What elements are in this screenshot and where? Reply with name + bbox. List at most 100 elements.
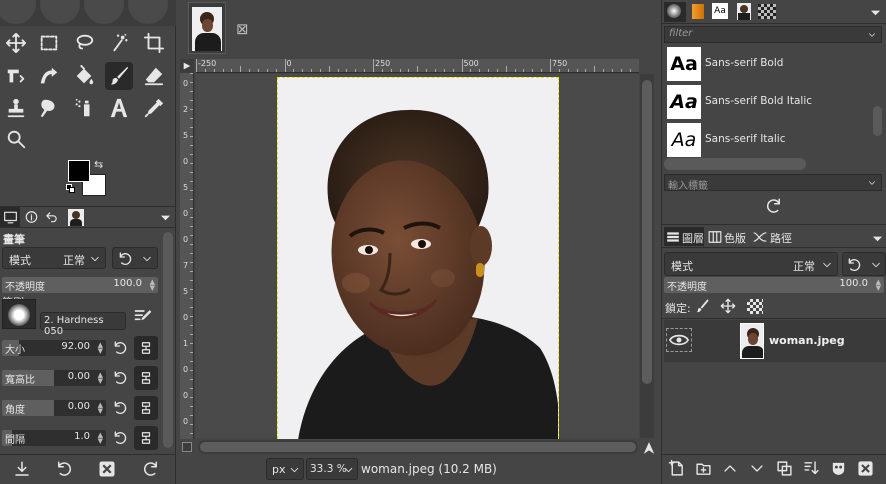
- edit-brush-icon[interactable]: [132, 306, 154, 326]
- zoom-lock-checkbox[interactable]: [182, 442, 192, 452]
- aspect-link-button[interactable]: [134, 366, 158, 390]
- angle-link-button[interactable]: [134, 396, 158, 420]
- spacing-link-button[interactable]: [134, 426, 158, 450]
- spin-arrows-icon[interactable]: ▲ ▼: [98, 342, 103, 355]
- default-colors-icon[interactable]: [66, 184, 76, 194]
- brush-preview[interactable]: [2, 299, 36, 329]
- reset-size-button[interactable]: [110, 338, 130, 358]
- warp-tool[interactable]: [35, 62, 63, 90]
- size-link-button[interactable]: [134, 336, 158, 360]
- tab-layers[interactable]: 圖層: [682, 230, 704, 246]
- lock-alpha-icon[interactable]: [747, 299, 763, 314]
- bucket-fill-tool[interactable]: [70, 62, 98, 90]
- new-layer-icon[interactable]: [668, 460, 685, 477]
- dock-menu-icon[interactable]: [870, 7, 881, 18]
- brushes-tab-icon[interactable]: [667, 4, 681, 18]
- font-list-item[interactable]: Aa Sans-serif Bold: [666, 46, 870, 82]
- reverse-mode-dropdown[interactable]: [112, 247, 158, 269]
- save-options-icon[interactable]: [13, 460, 31, 478]
- font-filter-input[interactable]: filter: [664, 26, 882, 43]
- tab-channels[interactable]: 色版: [724, 230, 746, 246]
- restore-options-icon[interactable]: [55, 460, 73, 478]
- move-tool[interactable]: [2, 29, 30, 57]
- raise-layer-icon[interactable]: [722, 461, 738, 476]
- clone-tool[interactable]: [2, 94, 30, 122]
- lower-layer-icon[interactable]: [749, 461, 765, 476]
- spacing-slider[interactable]: 間隔 1.0 ▲ ▼: [2, 430, 106, 446]
- transform-tool[interactable]: [2, 62, 30, 90]
- fuzzy-select-tool[interactable]: [105, 29, 133, 57]
- layer-opacity-slider[interactable]: 不透明度 100.0 ▲ ▼: [664, 277, 884, 293]
- zoom-tool[interactable]: [2, 125, 30, 153]
- tab-paths[interactable]: 路徑: [770, 230, 792, 246]
- delete-options-icon[interactable]: [98, 460, 116, 478]
- tool-options-tab-icon[interactable]: [3, 210, 18, 224]
- images-tab-thumbnail[interactable]: [68, 209, 84, 226]
- brush-name-field[interactable]: 2. Hardness 050: [40, 312, 126, 337]
- image-tab[interactable]: [188, 2, 226, 54]
- quick-mask-corner[interactable]: [180, 59, 194, 73]
- text-tool[interactable]: [105, 94, 133, 122]
- spin-arrows-icon[interactable]: ▲ ▼: [876, 279, 881, 292]
- layer-composite-dropdown[interactable]: [842, 252, 886, 276]
- images-tab-icon[interactable]: [737, 3, 751, 20]
- font-list-hscrollbar[interactable]: [664, 158, 806, 170]
- layer-visibility-toggle[interactable]: [666, 328, 692, 352]
- layer-mode-dropdown[interactable]: 模式 正常: [664, 252, 838, 276]
- duplicate-layer-icon[interactable]: [776, 460, 793, 477]
- smudge-tool[interactable]: [35, 94, 63, 122]
- paintbrush-tool[interactable]: [105, 62, 133, 90]
- close-tab-icon[interactable]: ⊠: [236, 20, 249, 38]
- layers-tab-icon[interactable]: [666, 230, 680, 244]
- aspect-ratio-slider[interactable]: 寬高比 0.00 ▲ ▼: [2, 370, 106, 386]
- layer-row[interactable]: woman.jpeg: [664, 320, 886, 362]
- foreground-color-swatch[interactable]: [68, 160, 90, 182]
- layer-name[interactable]: woman.jpeg: [769, 334, 845, 347]
- tag-input[interactable]: 輸入標籤: [664, 174, 882, 192]
- lasso-tool[interactable]: [70, 29, 98, 57]
- color-picker-tool[interactable]: [140, 94, 168, 122]
- swap-colors-icon[interactable]: ⇆: [94, 158, 103, 171]
- eraser-tool[interactable]: [140, 62, 168, 90]
- delete-layer-icon[interactable]: [857, 460, 874, 477]
- navigate-button[interactable]: [640, 440, 658, 456]
- airbrush-tool[interactable]: [70, 94, 98, 122]
- fonts-tab-icon[interactable]: Aa: [712, 3, 728, 19]
- new-layer-group-icon[interactable]: [695, 460, 712, 477]
- size-slider[interactable]: 大小 92.00 ▲ ▼: [2, 340, 106, 356]
- document-history-tab-icon[interactable]: [758, 4, 776, 19]
- crop-tool[interactable]: [140, 29, 168, 57]
- font-list-item[interactable]: Aa Sans-serif Bold Italic: [666, 84, 870, 120]
- dock-menu-icon[interactable]: [160, 212, 171, 223]
- layer-mask-icon[interactable]: [830, 460, 847, 477]
- device-status-tab-icon[interactable]: [24, 210, 39, 224]
- angle-slider[interactable]: 角度 0.00 ▲ ▼: [2, 400, 106, 416]
- patterns-tab-icon[interactable]: [692, 4, 704, 19]
- reset-aspect-button[interactable]: [110, 368, 130, 388]
- spin-arrows-icon[interactable]: ▲ ▼: [98, 372, 103, 385]
- font-list-vscrollbar[interactable]: [873, 106, 882, 136]
- horizontal-scrollbar[interactable]: [198, 440, 638, 454]
- tool-options-scrollbar[interactable]: [163, 232, 173, 448]
- rect-select-tool[interactable]: [35, 29, 63, 57]
- spin-arrows-icon[interactable]: ▲ ▼: [98, 432, 103, 445]
- unit-dropdown[interactable]: px: [266, 458, 304, 480]
- merge-layer-icon[interactable]: [803, 460, 820, 477]
- undo-history-tab-icon[interactable]: [44, 210, 59, 224]
- mode-dropdown[interactable]: 模式 正常: [2, 247, 106, 269]
- spin-arrows-icon[interactable]: ▲ ▼: [98, 402, 103, 415]
- opacity-slider[interactable]: 不透明度 100.0 ▲ ▼: [2, 277, 158, 293]
- reset-spacing-button[interactable]: [110, 428, 130, 448]
- dock-menu-icon[interactable]: [872, 233, 883, 244]
- vertical-scrollbar[interactable]: [640, 74, 654, 438]
- font-list-item[interactable]: Aa Sans-serif Italic: [666, 122, 870, 158]
- refresh-fonts-icon[interactable]: [765, 197, 783, 215]
- spin-arrows-icon[interactable]: ▲ ▼: [150, 279, 155, 292]
- paths-tab-icon[interactable]: [752, 230, 768, 244]
- lock-pixels-icon[interactable]: [694, 298, 710, 314]
- image-canvas[interactable]: [277, 77, 559, 439]
- zoom-dropdown[interactable]: 33.3 %: [306, 458, 358, 480]
- lock-position-icon[interactable]: [720, 298, 736, 314]
- reset-angle-button[interactable]: [110, 398, 130, 418]
- reset-options-icon[interactable]: [142, 460, 160, 478]
